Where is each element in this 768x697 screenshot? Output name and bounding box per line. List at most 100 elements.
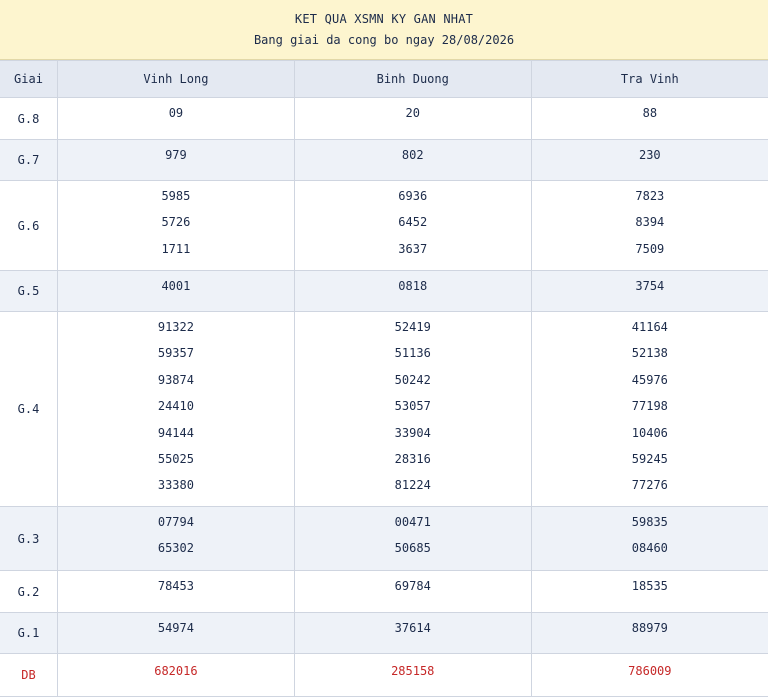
results-table: Giai Vinh Long Binh Duong Tra Vinh G.8 09… (0, 60, 768, 697)
prize-cell: 09 (57, 97, 295, 140)
prize-number: 37614 (394, 621, 431, 635)
page-title: KET QUA XSMN KY GAN NHAT (294, 12, 474, 26)
prize-label: G.8 (0, 97, 58, 140)
prize-number: 33380 (157, 478, 194, 493)
prize-cell: 54974 (57, 612, 295, 654)
prize-number: 69784 (394, 579, 431, 593)
prize-cell: 69784 (293, 570, 532, 613)
prize-cell: 20 (293, 97, 532, 140)
prize-number: 78453 (157, 579, 194, 593)
prize-number: 88979 (631, 621, 668, 635)
prize-number: 65302 (157, 541, 194, 556)
prize-number: 88 (642, 106, 658, 120)
prize-number: 50242 (394, 372, 431, 387)
prize-number: 5726 (161, 215, 191, 230)
prize-row-g6: G.6 5985 5726 1711 6936 6452 3637 7823 8394 7509 (0, 180, 768, 271)
prize-number: 979 (165, 148, 187, 162)
prize-row-g8: G.8 09 20 88 (0, 97, 768, 140)
prize-number: 91322 (157, 320, 194, 334)
prize-label: G.4 (0, 311, 58, 507)
prize-cell: 41164 52138 45976 77198 10406 59245 77276 (530, 311, 768, 507)
prize-cell: 786009 (530, 653, 768, 697)
prize-row-g2: G.2 78453 69784 18535 (0, 570, 768, 613)
prize-number: 41164 (631, 320, 668, 334)
prize-number: 285158 (391, 664, 435, 678)
prize-number: 1711 (161, 241, 191, 256)
prize-number: 8394 (635, 215, 665, 230)
prize-number: 5985 (161, 189, 191, 203)
prize-number: 802 (401, 148, 424, 162)
prize-number: 7823 (635, 189, 665, 203)
table-header-row: Giai Vinh Long Binh Duong Tra Vinh (0, 60, 768, 98)
prize-number: 50685 (394, 541, 431, 556)
prize-cell: 88979 (530, 612, 768, 654)
page-subtitle: Bang giai da cong bo ngay 28/08/2026 (253, 33, 515, 47)
prize-number: 18535 (631, 579, 668, 593)
prize-number: 786009 (628, 664, 672, 678)
prize-cell: 4001 (57, 270, 295, 312)
prize-number: 09 (168, 106, 184, 120)
prize-number: 59357 (157, 346, 194, 361)
column-header-giai: Giai (0, 60, 58, 98)
prize-number: 08460 (631, 541, 668, 556)
prize-number: 59245 (631, 451, 668, 466)
results-body: G.8 09 20 88 G.7 979 802 230 G.6 5985 5726 1711 6936… (0, 97, 768, 697)
prize-row-g5: G.5 4001 0818 3754 (0, 270, 768, 312)
prize-label: G.7 (0, 139, 58, 181)
prize-number: 51136 (394, 346, 431, 361)
prize-label: G.5 (0, 270, 58, 312)
prize-cell: 07794 65302 (57, 506, 295, 571)
prize-number: 0818 (398, 279, 428, 293)
prize-number: 94144 (157, 425, 194, 440)
prize-number: 52419 (394, 320, 431, 334)
prize-cell: 230 (530, 139, 768, 181)
prize-number: 59835 (631, 515, 668, 529)
prize-number: 3754 (635, 279, 665, 293)
prize-cell: 91322 59357 93874 24410 94144 55025 33380 (57, 311, 295, 507)
prize-cell: 18535 (530, 570, 768, 613)
prize-number: 54974 (157, 621, 194, 635)
prize-number: 3637 (398, 241, 428, 256)
prize-cell: 802 (293, 139, 532, 181)
prize-number: 24410 (157, 399, 194, 414)
results-header: KET QUA XSMN KY GAN NHAT Bang giai da co… (0, 0, 768, 60)
prize-number: 33904 (394, 425, 431, 440)
prize-row-g1: G.1 54974 37614 88979 (0, 612, 768, 654)
prize-cell: 52419 51136 50242 53057 33904 28316 81224 (293, 311, 532, 507)
prize-number: 00471 (394, 515, 431, 529)
prize-number: 20 (405, 106, 420, 120)
prize-number: 6452 (398, 215, 428, 230)
prize-number: 10406 (631, 425, 668, 440)
prize-cell: 7823 8394 7509 (530, 180, 768, 271)
prize-label: G.6 (0, 180, 58, 271)
prize-row-g4: G.4 91322 59357 93874 24410 94144 55025 33380 52… (0, 311, 768, 507)
prize-number: 682016 (154, 664, 198, 678)
prize-cell: 3754 (530, 270, 768, 312)
prize-cell: 59835 08460 (530, 506, 768, 571)
prize-number: 7509 (635, 241, 665, 256)
prize-cell: 285158 (293, 653, 532, 697)
prize-label: DB (0, 653, 58, 697)
prize-label: G.2 (0, 570, 58, 613)
prize-row-g3: G.3 07794 65302 00471 50685 59835 08460 (0, 506, 768, 571)
column-header-vinh-long: Vinh Long (57, 60, 295, 98)
prize-number: 230 (638, 148, 661, 162)
prize-label: G.1 (0, 612, 58, 654)
prize-cell: 88 (530, 97, 768, 140)
prize-label: G.3 (0, 506, 58, 571)
prize-row-g7: G.7 979 802 230 (0, 139, 768, 181)
prize-number: 52138 (631, 346, 668, 361)
prize-row-db: DB 682016 285158 786009 (0, 653, 768, 697)
prize-number: 81224 (394, 478, 431, 493)
prize-number: 07794 (157, 515, 194, 529)
prize-cell: 979 (57, 139, 295, 181)
prize-number: 53057 (394, 399, 431, 414)
prize-number: 77276 (631, 478, 668, 493)
prize-cell: 37614 (293, 612, 532, 654)
prize-number: 93874 (157, 372, 194, 387)
prize-number: 28316 (394, 451, 431, 466)
prize-cell: 00471 50685 (293, 506, 532, 571)
prize-cell: 0818 (293, 270, 532, 312)
prize-number: 55025 (157, 451, 194, 466)
prize-number: 45976 (631, 372, 668, 387)
